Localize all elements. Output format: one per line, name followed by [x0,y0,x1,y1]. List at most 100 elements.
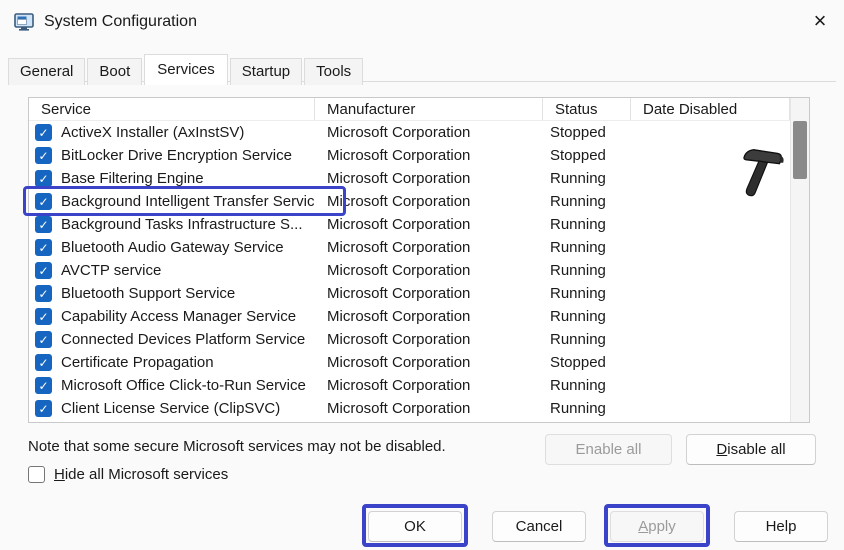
hide-microsoft-services-label: Hide all Microsoft services [54,466,228,483]
manufacturer-cell: Microsoft Corporation [315,124,543,141]
tab-strip: General Boot Services Startup Tools [8,54,365,85]
status-cell: Stopped [543,147,631,164]
hide-microsoft-services-checkbox[interactable] [28,466,45,483]
status-cell: Running [543,170,631,187]
tab-tools[interactable]: Tools [304,58,363,85]
manufacturer-cell: Microsoft Corporation [315,239,543,256]
system-configuration-window: System Configuration × General Boot Serv… [0,0,844,550]
table-row[interactable]: ✓ ActiveX Installer (AxInstSV) Microsoft… [29,121,809,144]
column-header-status[interactable]: Status [543,98,631,120]
status-cell: Running [543,377,631,394]
status-cell: Running [543,308,631,325]
service-enabled-checkbox[interactable]: ✓ [35,193,52,210]
table-row[interactable]: ✓ Bluetooth Support Service Microsoft Co… [29,282,809,305]
tab-general[interactable]: General [8,58,85,85]
service-cell: ✓ Base Filtering Engine [29,170,315,187]
service-enabled-checkbox[interactable]: ✓ [35,124,52,141]
msconfig-app-icon [14,12,34,32]
status-cell: Running [543,285,631,302]
check-icon: ✓ [38,196,48,208]
manufacturer-cell: Microsoft Corporation [315,400,543,417]
check-icon: ✓ [38,311,48,323]
service-cell: ✓ Capability Access Manager Service [29,308,315,325]
status-cell: Running [543,400,631,417]
service-enabled-checkbox[interactable]: ✓ [35,331,52,348]
status-cell: Running [543,216,631,233]
service-name: Bluetooth Audio Gateway Service [61,239,284,256]
table-row[interactable]: ✓ Background Intelligent Transfer Servic… [29,190,809,213]
window-title: System Configuration [44,13,197,31]
table-row[interactable]: ✓ Microsoft Office Click-to-Run Service … [29,374,809,397]
manufacturer-cell: Microsoft Corporation [315,216,543,233]
check-icon: ✓ [38,150,48,162]
status-cell: Stopped [543,124,631,141]
service-enabled-checkbox[interactable]: ✓ [35,262,52,279]
service-name: Background Tasks Infrastructure S... [61,216,303,233]
column-header-date-disabled[interactable]: Date Disabled [631,98,790,120]
table-row[interactable]: ✓ Capability Access Manager Service Micr… [29,305,809,328]
title-bar: System Configuration × [0,0,844,44]
cancel-button[interactable]: Cancel [492,511,586,542]
tab-startup[interactable]: Startup [230,58,302,85]
service-enabled-checkbox[interactable]: ✓ [35,239,52,256]
service-name: Background Intelligent Transfer Service [61,193,315,210]
table-row[interactable]: ✓ Client License Service (ClipSVC) Micro… [29,397,809,420]
service-name: Client License Service (ClipSVC) [61,400,280,417]
apply-label-rest: pply [648,518,676,535]
service-cell: ✓ Bluetooth Support Service [29,285,315,302]
status-cell: Running [543,193,631,210]
manufacturer-cell: Microsoft Corporation [315,331,543,348]
table-row[interactable]: ✓ Certificate Propagation Microsoft Corp… [29,351,809,374]
service-enabled-checkbox[interactable]: ✓ [35,216,52,233]
service-name: Certificate Propagation [61,354,214,371]
check-icon: ✓ [38,219,48,231]
column-header-service[interactable]: Service [29,98,315,120]
table-row[interactable]: ✓ Connected Devices Platform Service Mic… [29,328,809,351]
check-icon: ✓ [38,265,48,277]
check-icon: ✓ [38,288,48,300]
service-enabled-checkbox[interactable]: ✓ [35,354,52,371]
services-note: Note that some secure Microsoft services… [28,438,446,455]
manufacturer-cell: Microsoft Corporation [315,170,543,187]
check-icon: ✓ [38,173,48,185]
table-row[interactable]: ✓ Bluetooth Audio Gateway Service Micros… [29,236,809,259]
check-icon: ✓ [38,403,48,415]
close-icon[interactable]: × [796,0,844,42]
apply-button[interactable]: Apply [610,511,704,542]
tab-services[interactable]: Services [144,54,228,85]
service-cell: ✓ BitLocker Drive Encryption Service [29,147,315,164]
manufacturer-cell: Microsoft Corporation [315,147,543,164]
manufacturer-cell: Microsoft Corporation [315,308,543,325]
manufacturer-cell: Microsoft Corporation [315,262,543,279]
service-enabled-checkbox[interactable]: ✓ [35,285,52,302]
status-cell: Stopped [543,354,631,371]
apply-label: A [638,518,648,535]
service-enabled-checkbox[interactable]: ✓ [35,400,52,417]
help-button[interactable]: Help [734,511,828,542]
table-row[interactable]: ✓ AVCTP service Microsoft Corporation Ru… [29,259,809,282]
service-cell: ✓ Certificate Propagation [29,354,315,371]
table-row[interactable]: ✓ Background Tasks Infrastructure S... M… [29,213,809,236]
service-cell: ✓ Client License Service (ClipSVC) [29,400,315,417]
table-row[interactable]: ✓ Base Filtering Engine Microsoft Corpor… [29,167,809,190]
service-enabled-checkbox[interactable]: ✓ [35,308,52,325]
service-name: Connected Devices Platform Service [61,331,305,348]
scrollbar-thumb[interactable] [793,121,807,179]
table-row[interactable]: ✓ BitLocker Drive Encryption Service Mic… [29,144,809,167]
service-name: Capability Access Manager Service [61,308,296,325]
disable-all-button[interactable]: Disable all [686,434,816,465]
service-cell: ✓ Background Tasks Infrastructure S... [29,216,315,233]
ok-button[interactable]: OK [368,511,462,542]
column-header-manufacturer[interactable]: Manufacturer [315,98,543,120]
vertical-scrollbar[interactable] [790,98,809,422]
service-enabled-checkbox[interactable]: ✓ [35,147,52,164]
service-cell: ✓ Bluetooth Audio Gateway Service [29,239,315,256]
enable-all-button[interactable]: Enable all [545,434,672,465]
tab-boot[interactable]: Boot [87,58,142,85]
hide-microsoft-services-row[interactable]: Hide all Microsoft services [28,466,228,483]
check-icon: ✓ [38,242,48,254]
disable-all-label-rest: isable all [727,441,785,458]
check-icon: ✓ [38,127,48,139]
service-enabled-checkbox[interactable]: ✓ [35,377,52,394]
service-enabled-checkbox[interactable]: ✓ [35,170,52,187]
